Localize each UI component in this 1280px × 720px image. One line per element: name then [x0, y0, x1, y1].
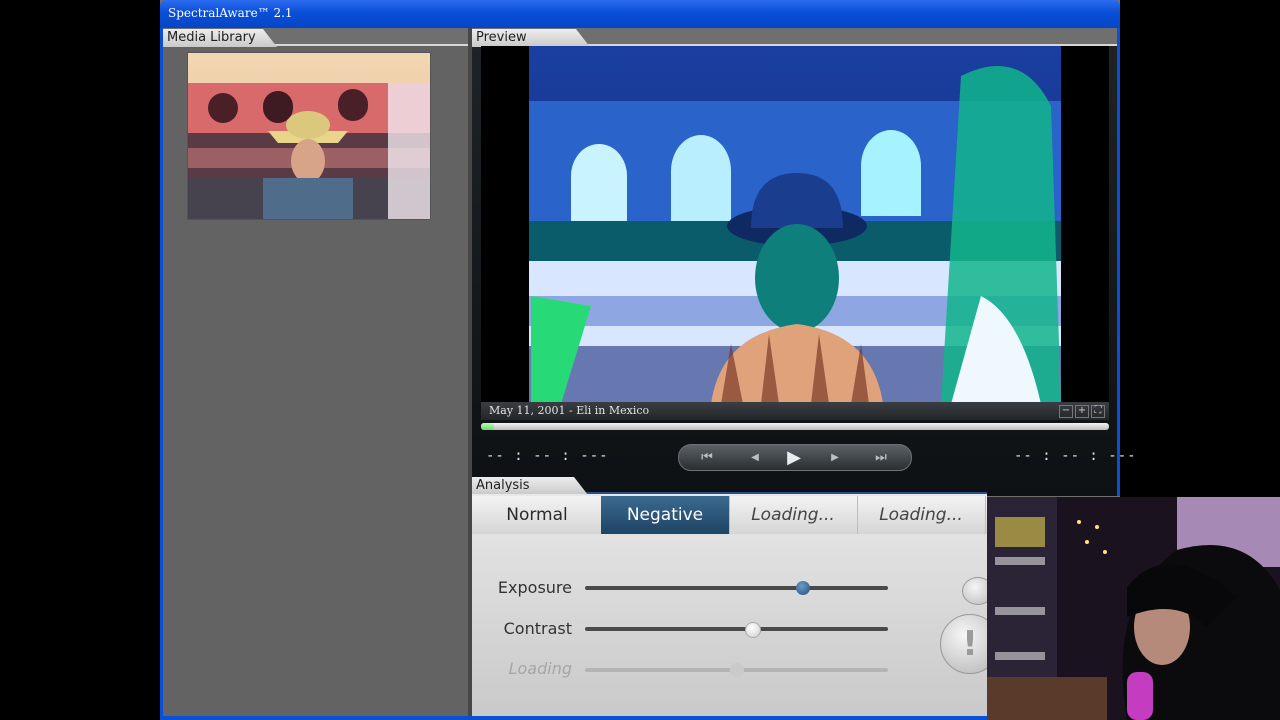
webcam-video-image — [987, 497, 1280, 720]
media-library-tab[interactable]: Media Library — [163, 29, 277, 47]
webcam-overlay — [987, 497, 1280, 720]
media-thumbnail[interactable] — [187, 52, 431, 220]
zoom-in-icon[interactable]: + — [1075, 405, 1089, 418]
skip-forward-icon[interactable]: ⏭ — [867, 448, 895, 467]
caption-bar: May 11, 2001 - Eli in Mexico − + ⛶ — [481, 402, 1109, 420]
transport-controls: ⏮ ◀ ▶ ▶ ⏭ — [678, 444, 912, 471]
window-border-bottom — [160, 716, 1120, 720]
window-title: SpectralAware™ 2.1 — [168, 6, 293, 20]
zoom-out-icon[interactable]: − — [1059, 405, 1073, 418]
playback-progress-bar[interactable] — [481, 423, 1109, 430]
step-forward-icon[interactable]: ▶ — [821, 448, 849, 467]
remaining-time: -- : -- : --- — [1014, 448, 1137, 464]
window-border-right — [1117, 28, 1120, 496]
step-back-icon[interactable]: ◀ — [741, 448, 769, 467]
play-icon[interactable]: ▶ — [780, 448, 808, 467]
mode-tab-loading-1: Loading... — [729, 496, 858, 534]
contrast-slider-handle[interactable] — [744, 622, 761, 638]
loading-slider-label: Loading — [508, 659, 572, 678]
playback-progress-fill — [481, 423, 494, 430]
skip-back-icon[interactable]: ⏮ — [693, 448, 721, 467]
zoom-controls: − + ⛶ — [1059, 405, 1105, 418]
photo-thumbnail-icon — [188, 53, 430, 219]
exposure-slider[interactable] — [585, 581, 888, 595]
analysis-tab[interactable]: Analysis — [472, 477, 588, 495]
negative-photo-image — [481, 46, 1109, 404]
fit-to-window-icon[interactable]: ⛶ — [1091, 405, 1105, 418]
mode-tab-loading-2: Loading... — [857, 496, 986, 534]
elapsed-time: -- : -- : --- — [486, 448, 609, 464]
loading-slider-handle — [729, 663, 744, 677]
loading-slider — [585, 663, 888, 677]
mode-tab-negative[interactable]: Negative — [601, 496, 730, 534]
photo-caption: May 11, 2001 - Eli in Mexico — [489, 404, 650, 417]
contrast-slider[interactable] — [585, 622, 888, 638]
title-bar[interactable]: SpectralAware™ 2.1 — [160, 0, 1120, 28]
preview-tab[interactable]: Preview — [472, 29, 590, 47]
mode-tab-normal[interactable]: Normal — [473, 496, 602, 534]
preview-viewer[interactable] — [481, 46, 1109, 404]
analysis-mode-tabs: Normal Negative Loading... Loading... — [472, 496, 987, 534]
exposure-label: Exposure — [497, 578, 572, 597]
contrast-label: Contrast — [503, 619, 572, 638]
